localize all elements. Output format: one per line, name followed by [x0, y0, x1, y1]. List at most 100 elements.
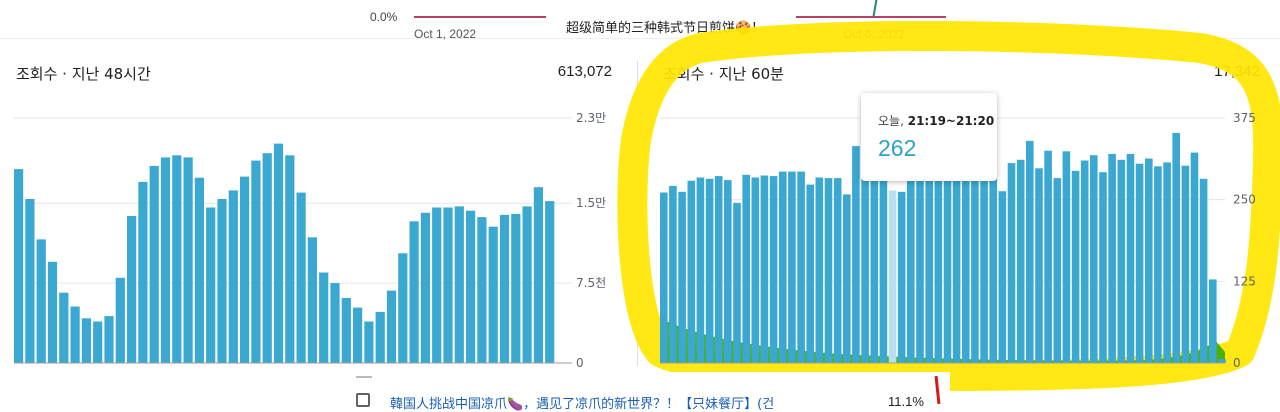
chart-bar	[962, 153, 970, 363]
chart-bar	[669, 185, 677, 363]
chart-bar	[797, 171, 805, 363]
chart-bar	[319, 272, 329, 363]
row-checkbox[interactable]	[356, 393, 370, 407]
chart-bar	[1071, 170, 1080, 363]
chart-bar	[1117, 159, 1126, 363]
chart-bar	[1135, 163, 1144, 363]
chart-bar	[815, 177, 824, 363]
chart-bar	[499, 214, 510, 363]
chart-bar	[1080, 160, 1089, 363]
chart-bar	[696, 177, 705, 363]
chart-bar	[660, 192, 668, 363]
chart-bar	[916, 176, 924, 363]
chart-bar	[742, 174, 750, 363]
chart-bar	[705, 178, 714, 363]
chart-bar	[420, 212, 430, 363]
chart-bar	[70, 306, 80, 363]
chart-bar	[806, 184, 814, 363]
chart-bar	[1190, 152, 1199, 363]
chart-bar	[1218, 359, 1226, 363]
chart-bar	[1099, 172, 1107, 363]
chart-bar	[330, 283, 340, 363]
chart-bar	[285, 155, 295, 363]
chart-bar	[971, 167, 979, 363]
chart-bar	[59, 292, 69, 363]
chart-bar	[1199, 178, 1208, 363]
chart-bar	[788, 171, 796, 363]
chart-bar	[104, 316, 114, 363]
chart-bar	[511, 213, 521, 363]
chart-bar	[14, 169, 24, 363]
chart-bar	[861, 152, 869, 363]
chart-bar	[1007, 163, 1016, 363]
chart-bar	[852, 146, 860, 363]
chart-bar	[273, 143, 284, 363]
chart-bar	[307, 237, 317, 363]
chart-bar	[160, 157, 171, 363]
chart-bar	[870, 170, 879, 363]
chart-bar	[888, 190, 897, 363]
chart-bar	[341, 298, 351, 363]
chart-bar	[206, 207, 216, 363]
tooltip-value: 262	[878, 135, 917, 161]
bottom-video-link[interactable]: 韓国人挑战中国凉爪🍆，遇见了凉爪的新世界？！【只妹餐厅】(건	[390, 393, 774, 412]
chart-bar	[194, 177, 204, 363]
chart-bar	[522, 206, 532, 363]
chart-bar	[149, 165, 159, 363]
chart-bar	[687, 180, 696, 363]
chart-bar	[1145, 158, 1153, 363]
chart-bar	[724, 180, 732, 363]
views-charts: 2.3만 1.5만 7.5천 0 375 250 125 0	[14, 20, 1280, 391]
y-tick-label: 250	[1233, 193, 1256, 207]
chart-bar	[769, 176, 778, 363]
chart-bar	[714, 176, 723, 363]
chart-bar	[240, 176, 250, 363]
chart-bar	[751, 177, 760, 363]
y-tick-label: 0	[576, 356, 584, 370]
chart-bar	[217, 199, 227, 363]
chart-bar	[25, 199, 35, 363]
chart-bar	[1154, 166, 1162, 363]
chart-bar	[93, 321, 103, 363]
chart-bar	[678, 191, 686, 363]
chart-bar	[296, 192, 306, 363]
chart-bar	[432, 207, 442, 363]
chart-bar	[897, 191, 906, 363]
chart-bar	[1016, 159, 1025, 363]
chart-bar	[477, 217, 487, 363]
chart-bar	[375, 311, 385, 363]
chart-bar	[989, 163, 997, 363]
chart-bar	[138, 181, 148, 363]
y-tick-label: 0	[1233, 356, 1241, 370]
chart-bar	[1126, 153, 1135, 363]
chart-bar	[760, 175, 769, 363]
chart-bar	[36, 239, 46, 363]
chart-bar	[409, 221, 419, 363]
chart-bar	[364, 321, 374, 363]
chart-bar	[172, 155, 182, 363]
chart-bar	[353, 307, 363, 363]
chart-bar	[1035, 168, 1043, 363]
chart-bar	[127, 216, 137, 363]
chart-bar	[1062, 151, 1071, 363]
chart-bar	[1163, 162, 1171, 363]
chart-bar	[1044, 150, 1052, 363]
chart-bar	[733, 202, 741, 363]
chart-bar	[488, 226, 498, 363]
chart-bar	[1026, 140, 1034, 363]
chart-bar	[443, 207, 453, 363]
chart-bar	[980, 166, 988, 363]
chart-bar	[545, 201, 555, 363]
chart-bar	[466, 210, 476, 363]
chart-bar	[81, 318, 91, 363]
y-tick-label: 2.3만	[576, 111, 606, 125]
chart-tooltip: 오늘, 21:19~21:20 262	[861, 93, 997, 181]
chart-bar	[228, 190, 238, 363]
chart-bar	[1209, 279, 1217, 363]
y-tick-label: 1.5만	[576, 196, 606, 210]
bottom-percent: 11.1%	[888, 394, 924, 409]
chart-bar	[1181, 165, 1190, 363]
chart-bar	[925, 170, 933, 363]
chart-48h: 2.3만 1.5만 7.5천 0	[14, 111, 606, 370]
chart-bar	[1108, 153, 1116, 363]
